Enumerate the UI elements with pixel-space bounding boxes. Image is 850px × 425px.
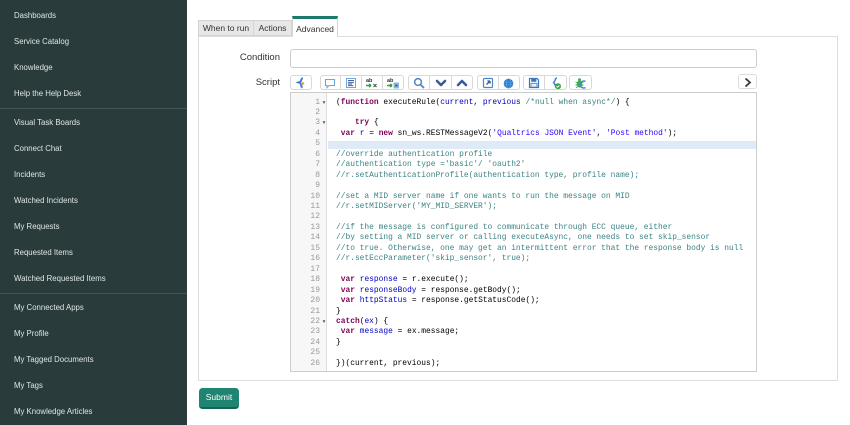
svg-text:ab: ab xyxy=(387,78,394,84)
svg-text:ab: ab xyxy=(366,78,373,84)
